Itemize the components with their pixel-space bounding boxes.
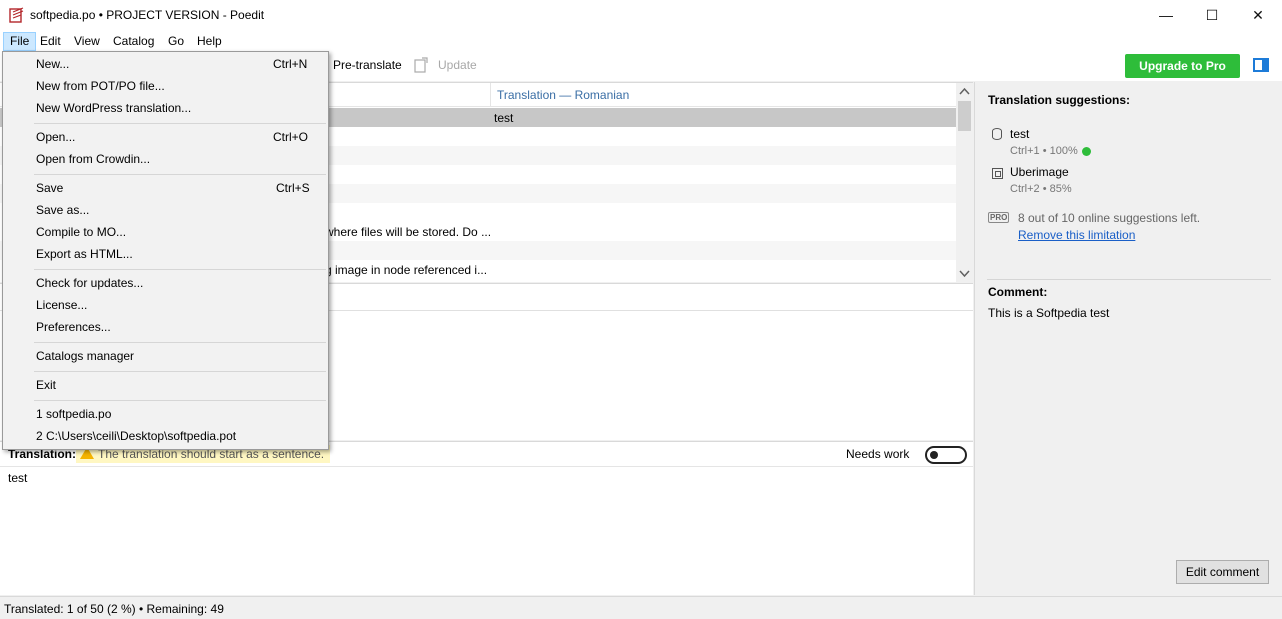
status-text: Translated: 1 of 50 (2 %) • Remaining: 4… [4, 602, 224, 616]
menu-item-open-crowdin[interactable]: Open from Crowdin... [36, 152, 150, 166]
menu-item-preferences[interactable]: Preferences... [36, 320, 111, 334]
column-divider [490, 83, 491, 107]
maximize-button[interactable]: ☐ [1189, 0, 1235, 30]
suggestion-text[interactable]: Uberimage [1010, 165, 1069, 179]
database-icon [992, 128, 1002, 140]
translation-text[interactable]: test [8, 471, 27, 485]
pretranslate-button[interactable]: Pre-translate [333, 58, 402, 72]
close-button[interactable]: ✕ [1235, 0, 1281, 30]
menu-go[interactable]: Go [162, 32, 190, 51]
suggestion-text[interactable]: test [1010, 127, 1029, 141]
menu-separator [34, 342, 326, 343]
suggestions-title: Translation suggestions: [988, 93, 1131, 107]
file-menu-dropdown: New... Ctrl+N New from POT/PO file... Ne… [2, 51, 329, 450]
menu-separator [34, 400, 326, 401]
menu-bar: File Edit View Catalog Go Help [0, 31, 1282, 51]
close-icon: ✕ [1252, 6, 1264, 23]
check-icon [1082, 147, 1091, 156]
menu-item-check-updates[interactable]: Check for updates... [36, 276, 143, 290]
minimize-button[interactable]: — [1143, 0, 1189, 30]
menu-separator [34, 371, 326, 372]
menu-file[interactable]: File [3, 32, 37, 51]
maximize-icon: ☐ [1205, 6, 1219, 23]
row-translation: test [494, 111, 514, 125]
scroll-up-icon[interactable] [959, 87, 970, 95]
shortcut-save: Ctrl+S [276, 181, 310, 195]
row-source: g image in node referenced i... [325, 263, 488, 277]
menu-item-new-wordpress[interactable]: New WordPress translation... [36, 101, 191, 115]
scroll-down-icon[interactable] [959, 270, 970, 278]
suggestion-meta: Ctrl+2 • 85% [1010, 183, 1072, 195]
machine-translation-icon [992, 168, 1003, 179]
needs-work-toggle[interactable] [925, 446, 967, 464]
status-bar: Translated: 1 of 50 (2 %) • Remaining: 4… [0, 596, 1282, 619]
column-translation-romanian[interactable]: Translation — Romanian [497, 88, 629, 102]
menu-separator [34, 269, 326, 270]
menu-item-catalogs-manager[interactable]: Catalogs manager [36, 349, 134, 363]
upgrade-to-pro-button[interactable]: Upgrade to Pro [1125, 54, 1240, 78]
divider [987, 279, 1271, 280]
menu-item-exit[interactable]: Exit [36, 378, 56, 392]
online-suggestions-left: 8 out of 10 online suggestions left. [1018, 211, 1201, 225]
menu-item-export-html[interactable]: Export as HTML... [36, 247, 133, 261]
title-bar: softpedia.po • PROJECT VERSION - Poedit … [0, 0, 1282, 31]
sidebar-toggle-icon[interactable] [1253, 58, 1269, 72]
minimize-icon: — [1159, 7, 1173, 23]
shortcut-open: Ctrl+O [273, 130, 309, 144]
menu-item-save[interactable]: Save [36, 181, 63, 195]
menu-catalog[interactable]: Catalog [107, 32, 160, 51]
menu-item-compile-mo[interactable]: Compile to MO... [36, 225, 126, 239]
menu-item-license[interactable]: License... [36, 298, 87, 312]
menu-separator [34, 174, 326, 175]
menu-item-recent-1[interactable]: 1 softpedia.po [36, 407, 111, 421]
shortcut-new: Ctrl+N [273, 57, 308, 71]
menu-item-new-from-pot[interactable]: New from POT/PO file... [36, 79, 165, 93]
menu-view[interactable]: View [68, 32, 106, 51]
comment-title: Comment: [988, 285, 1048, 299]
menu-separator [34, 123, 326, 124]
update-icon [414, 57, 428, 73]
menu-item-recent-2[interactable]: 2 C:\Users\ceili\Desktop\softpedia.pot [36, 429, 236, 443]
remove-limitation-link[interactable]: Remove this limitation [1018, 228, 1135, 242]
translation-editor[interactable]: test [0, 467, 973, 595]
window-title: softpedia.po • PROJECT VERSION - Poedit [30, 8, 265, 22]
menu-help[interactable]: Help [191, 32, 228, 51]
menu-item-save-as[interactable]: Save as... [36, 203, 89, 217]
suggestion-meta: Ctrl+1 • 100% [1010, 145, 1078, 157]
list-scrollbar-thumb[interactable] [958, 101, 971, 131]
poedit-app-icon [9, 7, 24, 23]
needs-work-label: Needs work [846, 447, 910, 461]
menu-edit[interactable]: Edit [34, 32, 67, 51]
update-button[interactable]: Update [438, 58, 477, 72]
sidebar: Translation suggestions: test Ctrl+1 • 1… [974, 82, 1282, 595]
menu-item-open[interactable]: Open... [36, 130, 75, 144]
edit-comment-button[interactable]: Edit comment [1176, 560, 1269, 584]
row-source: where files will be stored. Do ... [325, 225, 492, 239]
comment-text: This is a Softpedia test [988, 306, 1110, 320]
pro-badge: PRO [988, 212, 1010, 223]
menu-item-new[interactable]: New... [36, 57, 69, 71]
